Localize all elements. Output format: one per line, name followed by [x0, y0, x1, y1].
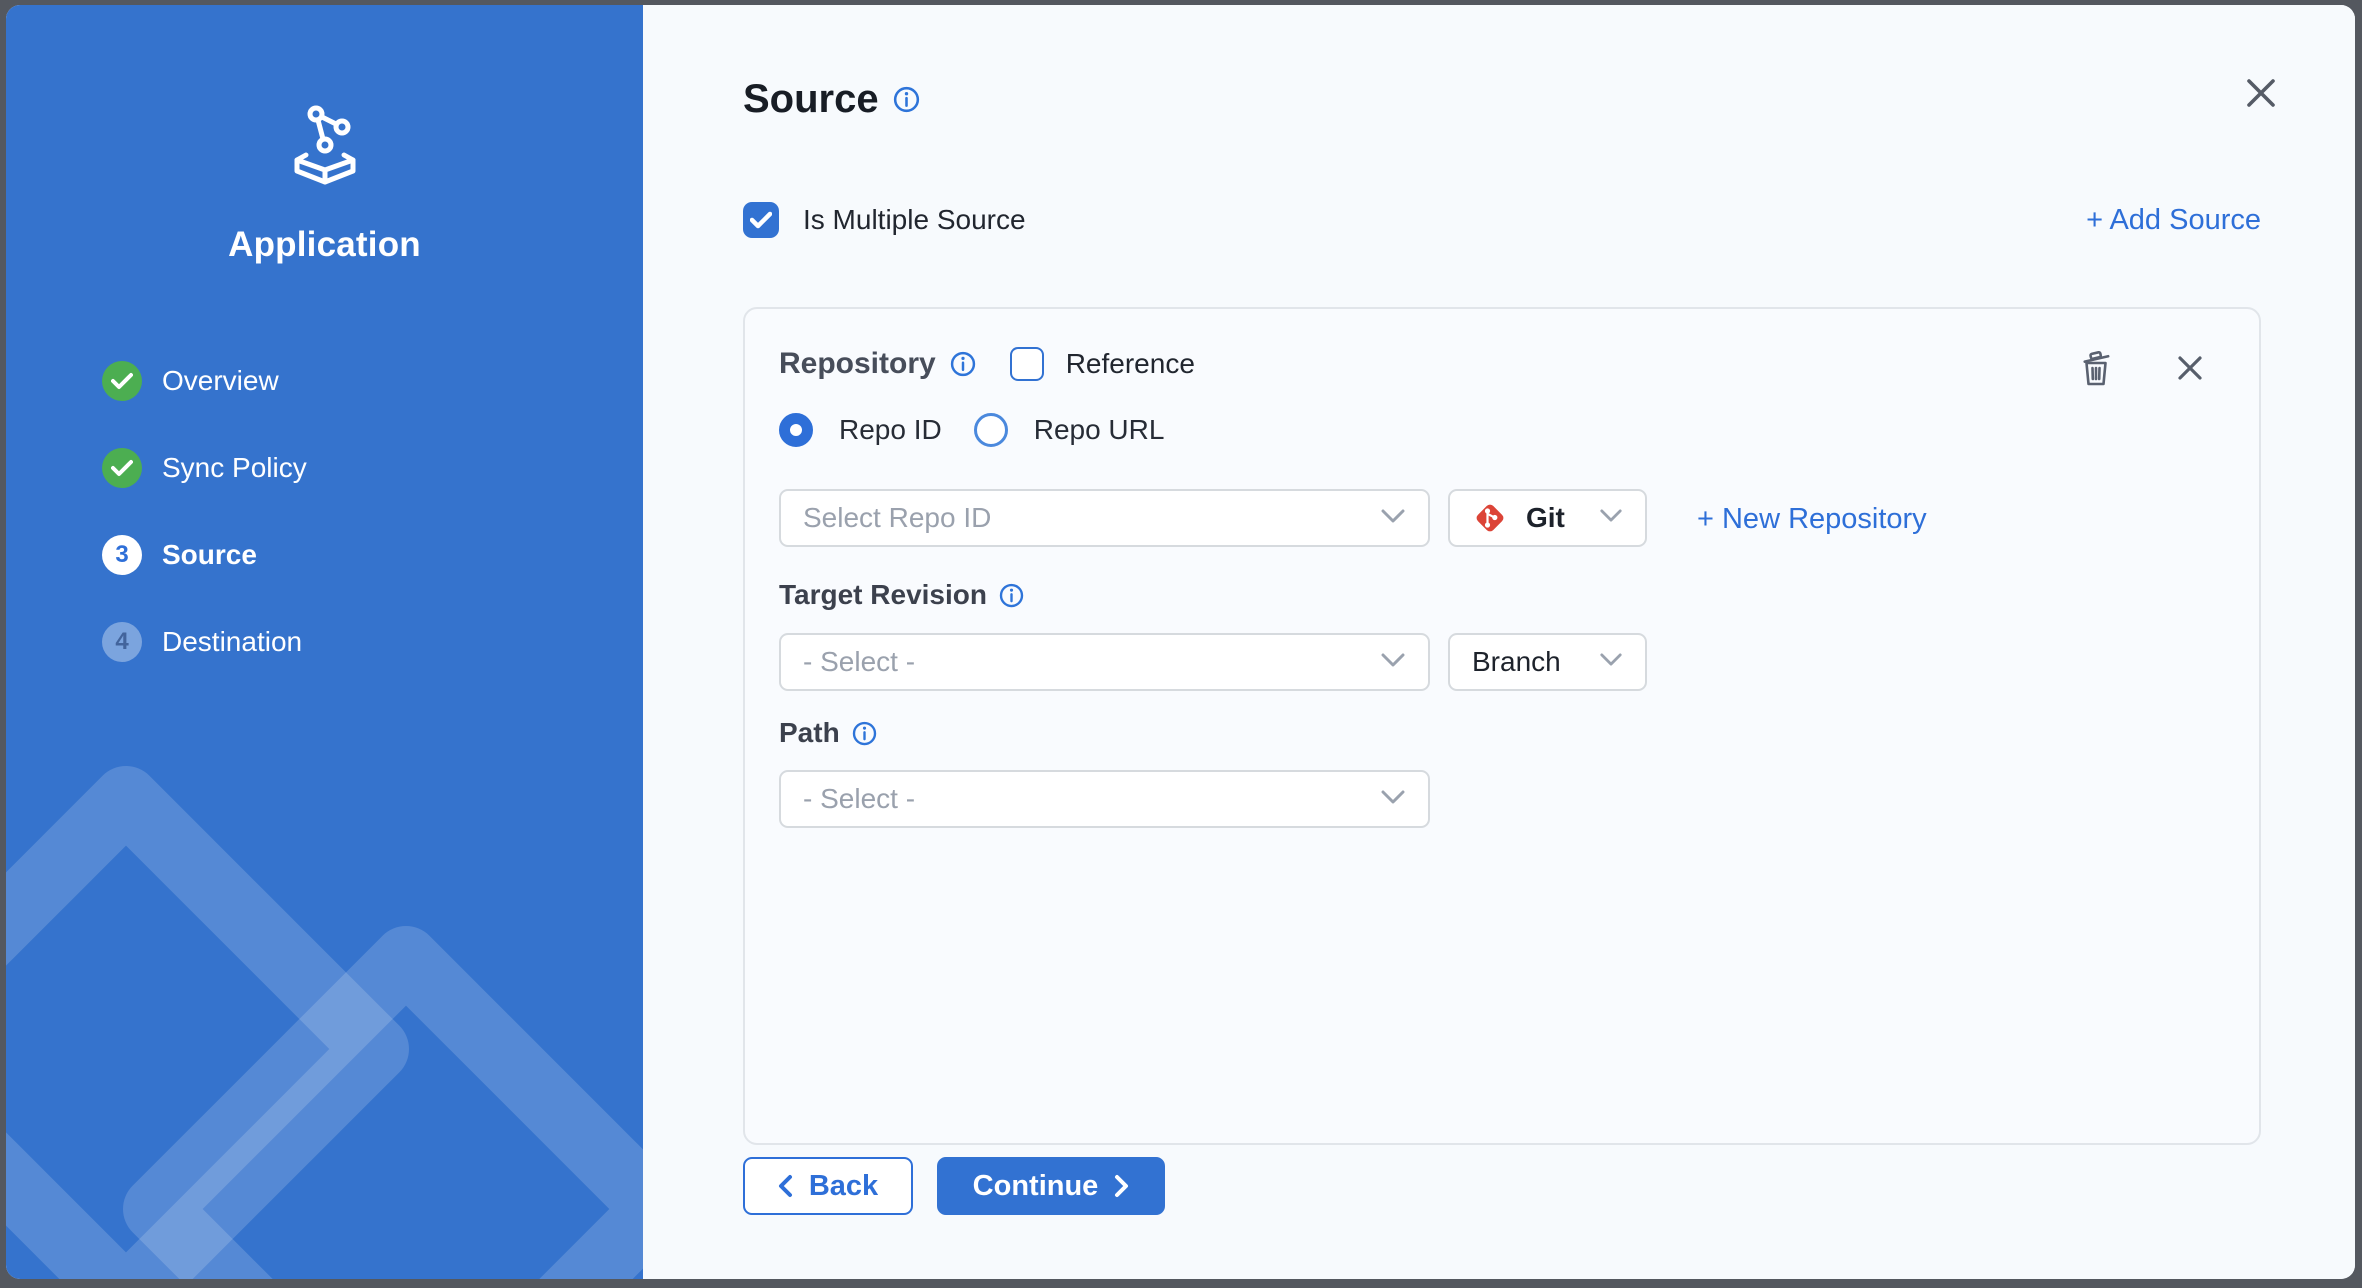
- repo-id-placeholder: Select Repo ID: [803, 502, 991, 534]
- step-destination[interactable]: 4 Destination: [102, 622, 307, 662]
- step-number: 4: [102, 622, 142, 662]
- target-revision-label: Target Revision: [779, 579, 987, 611]
- repo-id-select[interactable]: Select Repo ID: [779, 489, 1430, 547]
- delete-source-icon[interactable]: [2078, 349, 2114, 387]
- repo-id-radio[interactable]: Repo ID: [779, 413, 942, 447]
- chevron-down-icon: [1380, 652, 1406, 673]
- source-info-icon[interactable]: [893, 86, 920, 113]
- reference-label: Reference: [1066, 348, 1195, 380]
- target-revision-placeholder: - Select -: [803, 646, 915, 678]
- step-done-icon: [102, 448, 142, 488]
- revision-type-select[interactable]: Branch: [1448, 633, 1647, 691]
- revision-type-value: Branch: [1472, 646, 1561, 678]
- remove-source-icon[interactable]: [2176, 354, 2204, 382]
- step-overview[interactable]: Overview: [102, 361, 307, 401]
- repo-url-label: Repo URL: [1034, 414, 1165, 446]
- page-title: Source: [743, 77, 879, 122]
- step-number: 3: [102, 535, 142, 575]
- is-multiple-source-label: Is Multiple Source: [803, 204, 1026, 236]
- chevron-left-icon: [778, 1174, 793, 1198]
- check-icon: [750, 211, 772, 229]
- step-sync-policy[interactable]: Sync Policy: [102, 448, 307, 488]
- radio-selected-icon: [779, 413, 813, 447]
- step-source[interactable]: 3 Source: [102, 535, 307, 575]
- step-label: Source: [162, 539, 257, 571]
- back-button[interactable]: Back: [743, 1157, 913, 1215]
- brand-watermark: [6, 739, 643, 1279]
- chevron-down-icon: [1599, 508, 1623, 528]
- application-icon: [6, 105, 643, 185]
- wizard-title: Application: [6, 225, 643, 265]
- path-placeholder: - Select -: [803, 783, 915, 815]
- chevron-down-icon: [1380, 789, 1406, 810]
- source-panel: Source Is Multiple Source + Add Source R…: [643, 5, 2355, 1279]
- repo-id-label: Repo ID: [839, 414, 942, 446]
- new-repository-link[interactable]: + New Repository: [1697, 503, 1927, 536]
- chevron-down-icon: [1599, 652, 1623, 672]
- provider-value: Git: [1526, 502, 1565, 534]
- application-wizard-modal: Application Overview Sync Policy 3 Sourc…: [6, 5, 2355, 1279]
- target-revision-info-icon[interactable]: [999, 583, 1024, 608]
- path-info-icon[interactable]: [852, 721, 877, 746]
- repository-title: Repository: [779, 347, 936, 381]
- step-done-icon: [102, 361, 142, 401]
- add-source-link[interactable]: + Add Source: [2086, 204, 2261, 237]
- continue-button[interactable]: Continue: [937, 1157, 1165, 1215]
- chevron-down-icon: [1380, 508, 1406, 529]
- wizard-sidebar: Application Overview Sync Policy 3 Sourc…: [6, 5, 643, 1279]
- repository-card: Repository Reference: [743, 307, 2261, 1145]
- git-icon: [1472, 500, 1508, 536]
- repo-url-radio[interactable]: Repo URL: [974, 413, 1165, 447]
- step-label: Overview: [162, 365, 279, 397]
- target-revision-select[interactable]: - Select -: [779, 633, 1430, 691]
- path-select[interactable]: - Select -: [779, 770, 1430, 828]
- step-label: Destination: [162, 626, 302, 658]
- close-icon[interactable]: [2241, 73, 2281, 113]
- wizard-steps: Overview Sync Policy 3 Source 4 Destinat…: [102, 361, 307, 662]
- path-label: Path: [779, 717, 840, 749]
- continue-button-label: Continue: [973, 1170, 1099, 1203]
- radio-unselected-icon: [974, 413, 1008, 447]
- reference-checkbox[interactable]: [1010, 347, 1044, 381]
- step-label: Sync Policy: [162, 452, 307, 484]
- is-multiple-source-checkbox[interactable]: [743, 202, 779, 238]
- back-button-label: Back: [809, 1170, 878, 1203]
- repo-provider-select[interactable]: Git: [1448, 489, 1647, 547]
- repository-info-icon[interactable]: [950, 351, 976, 377]
- chevron-right-icon: [1114, 1174, 1129, 1198]
